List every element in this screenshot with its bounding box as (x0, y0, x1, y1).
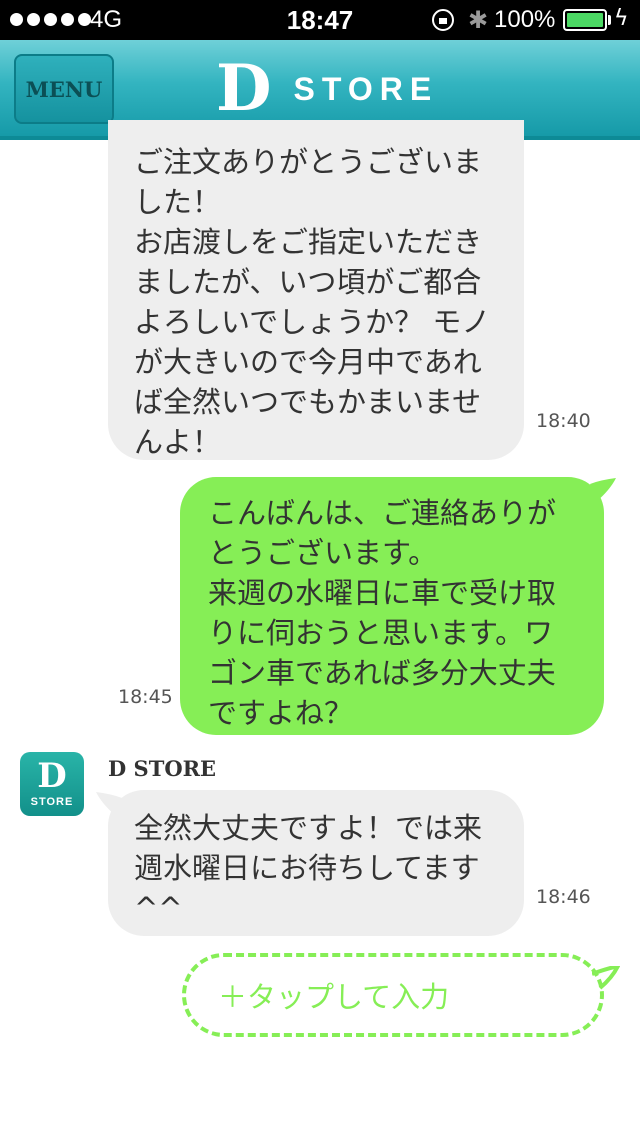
battery-cap (608, 15, 611, 25)
message-line: した！ (134, 185, 222, 219)
message-line: 週水曜日にお待ちしてます (134, 851, 480, 885)
charging-icon: ϟ (614, 6, 629, 31)
message-line: りに伺おうと思います。ワ (208, 616, 554, 650)
message-line: ましたが、いつ頃がご都合 (134, 265, 482, 299)
message-line: よろしいでしょうか？ モノ (134, 305, 491, 339)
rotation-lock-icon (432, 9, 454, 31)
store-avatar[interactable]: D STORE (20, 752, 84, 816)
message-line: んよ！ (134, 425, 222, 459)
tap-to-input-label: ＋タップして入力 (218, 980, 450, 1014)
menu-button[interactable]: MENU (14, 54, 114, 124)
battery-percent: 100% (494, 6, 556, 33)
message-bubble-incoming: ご注文ありがとうございま した！ お店渡しをご指定いただき ましたが、いつ頃がご… (108, 120, 524, 460)
message-line: 全然大丈夫ですよ！では来 (134, 811, 483, 845)
avatar-text: STORE (30, 796, 74, 808)
sender-name: D STORE (108, 756, 217, 781)
store-logo: D STORE (216, 56, 438, 122)
message-line: ば全然いつでもかまいませ (134, 385, 482, 419)
battery-icon (563, 9, 607, 31)
message-line: 来週の水曜日に車で受け取 (208, 576, 557, 610)
bubble-tail-outgoing (590, 478, 616, 502)
message-bubble-outgoing: こんばんは、ご連絡ありが とうございます。 来週の水曜日に車で受け取 りに伺おう… (180, 477, 604, 735)
message-line: お店渡しをご指定いただき (134, 225, 483, 259)
input-bubble-tail (592, 966, 620, 990)
logo-text: STORE (293, 70, 439, 107)
message-timestamp: 18:40 (536, 410, 591, 432)
message-line: が大きいので今月中であれ (134, 345, 482, 379)
tap-to-input-button[interactable]: ＋タップして入力 (182, 953, 604, 1037)
message-line: とうございます。 (208, 536, 438, 570)
message-line: ゴン車であれば多分大丈夫 (208, 656, 556, 690)
message-line: ですよね？ (208, 696, 354, 730)
message-line: ^^ (134, 891, 183, 925)
status-bar: 4G 18:47 ✱ 100% ϟ (0, 0, 640, 40)
message-line: こんばんは、ご連絡ありが (208, 496, 557, 530)
message-bubble-incoming: 全然大丈夫ですよ！では来 週水曜日にお待ちしてます ^^ (108, 790, 524, 936)
message-timestamp: 18:46 (536, 886, 591, 908)
message-line: ご注文ありがとうございま (134, 145, 483, 179)
logo-letter: D (216, 51, 272, 126)
bluetooth-icon: ✱ (468, 6, 489, 34)
avatar-letter: D (37, 756, 67, 796)
message-timestamp: 18:45 (118, 686, 173, 708)
